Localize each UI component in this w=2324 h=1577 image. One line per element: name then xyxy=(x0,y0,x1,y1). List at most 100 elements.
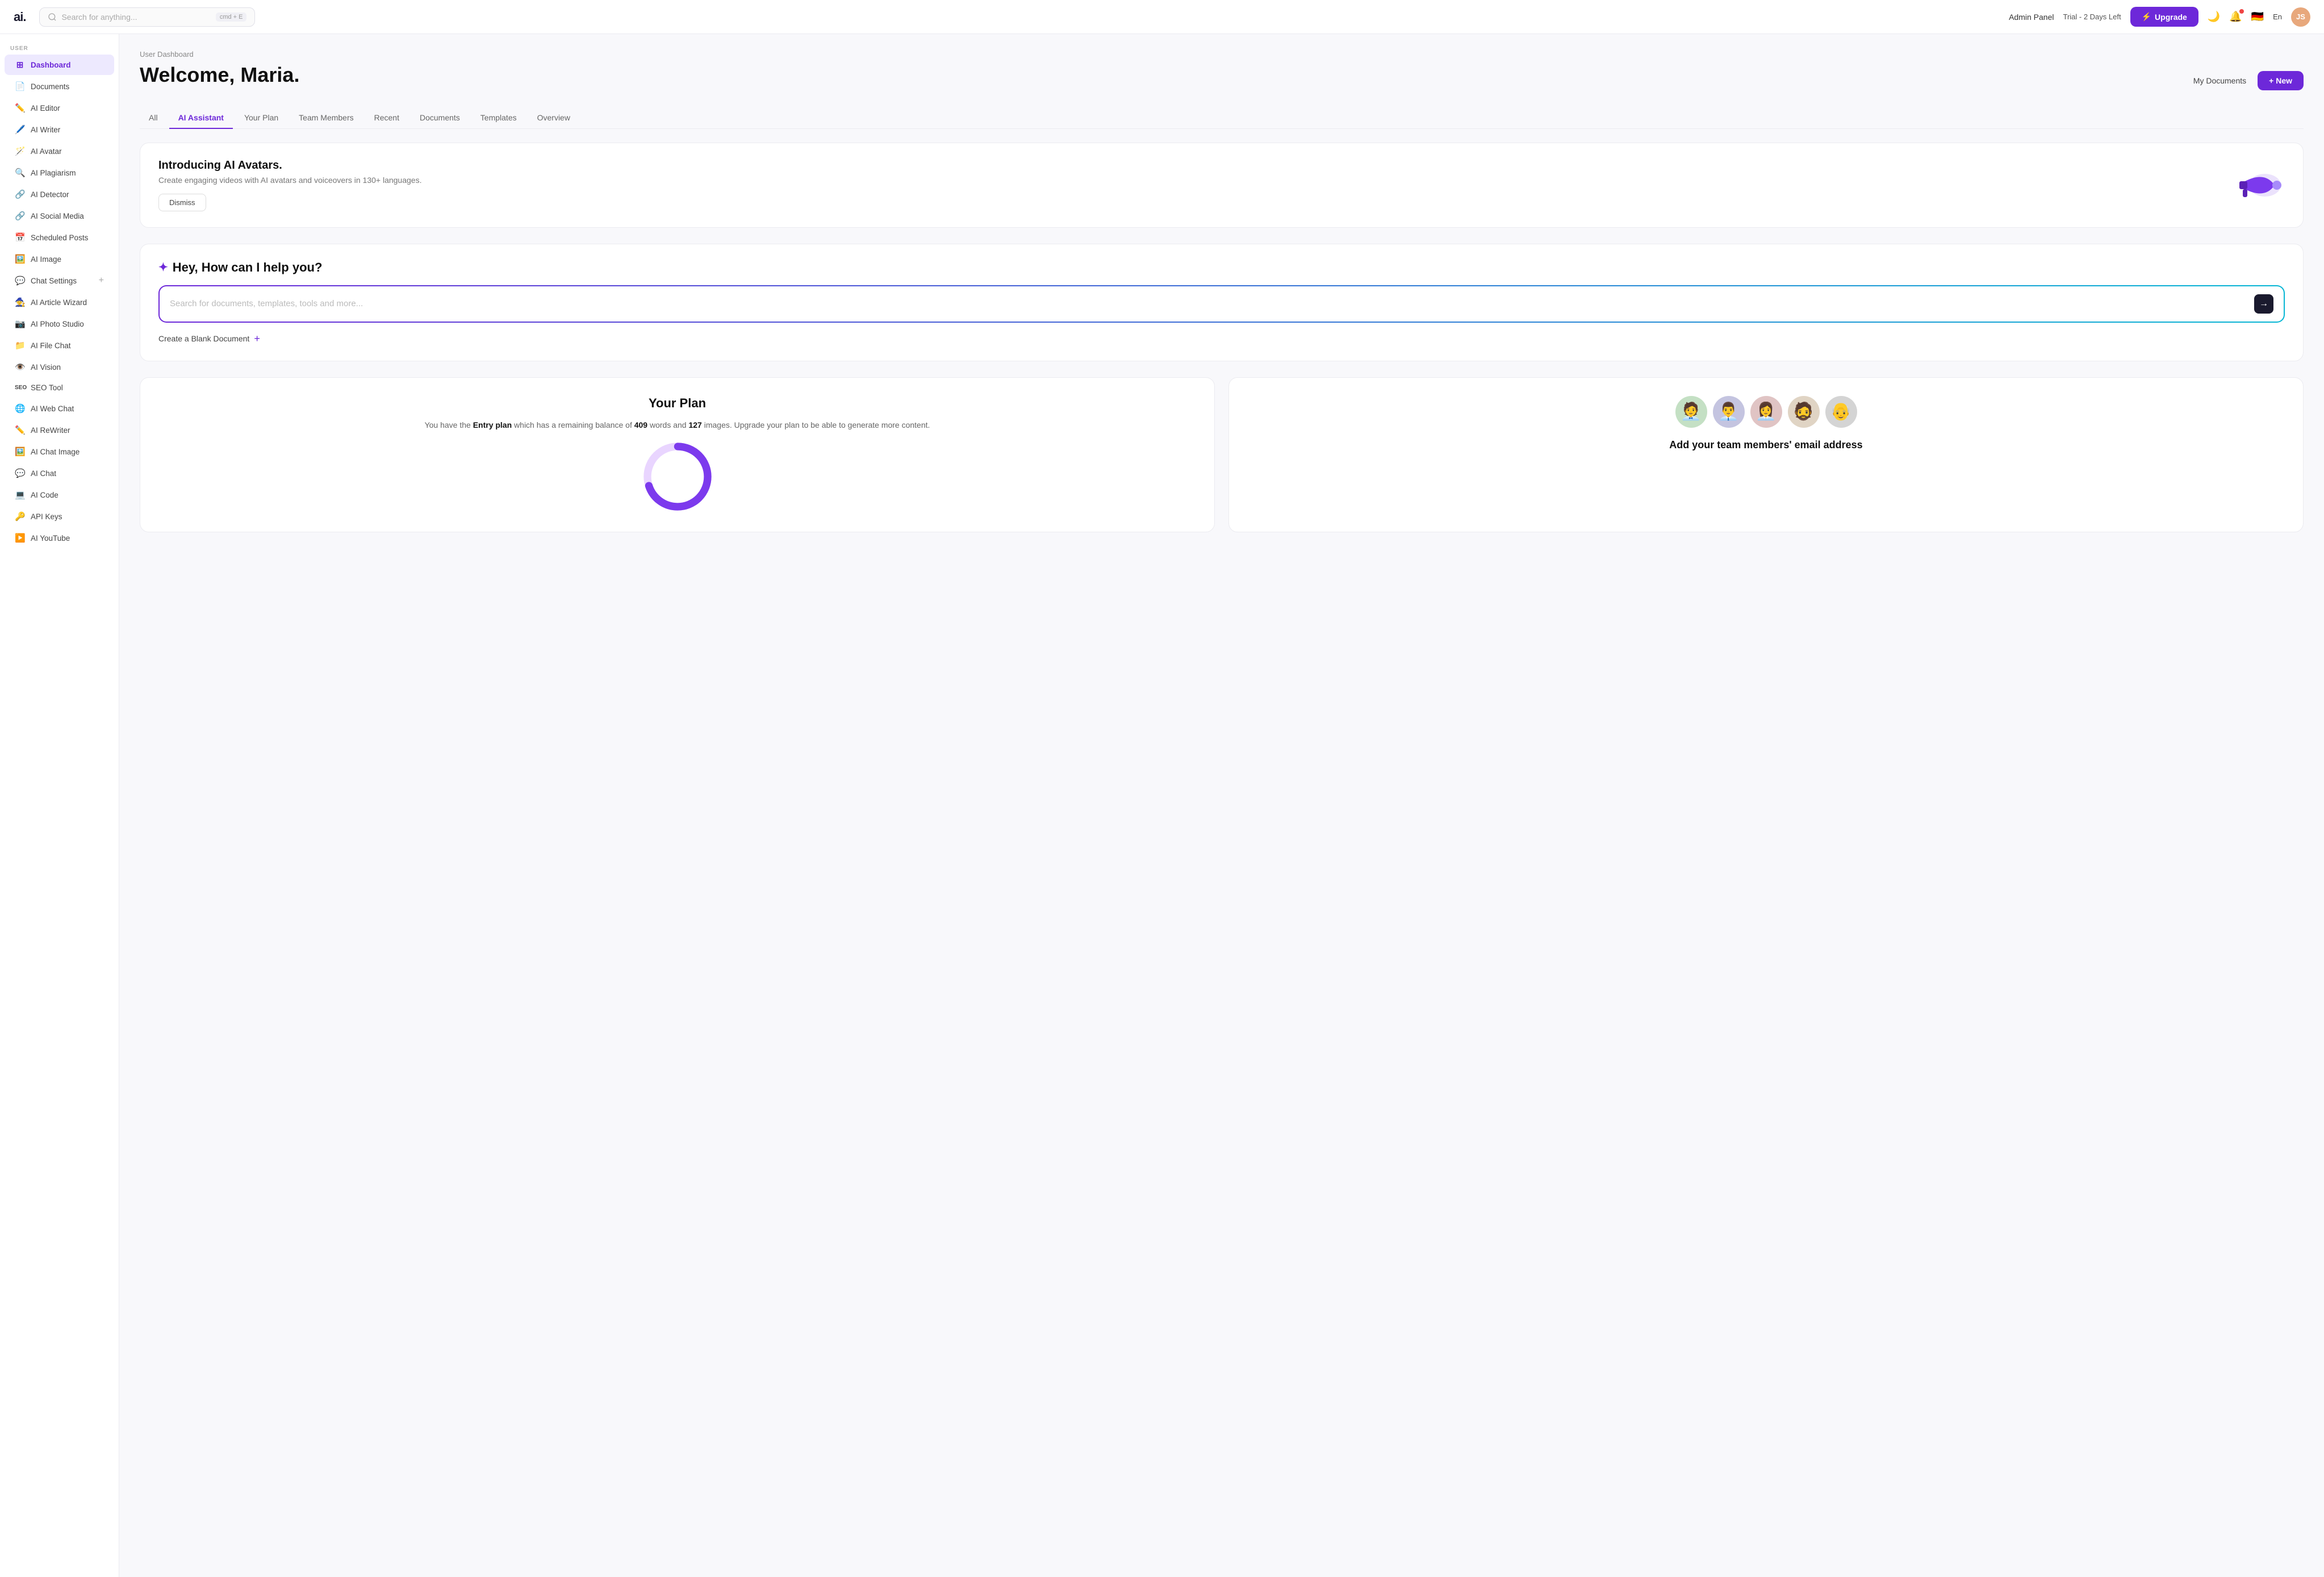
upgrade-button[interactable]: ⚡ Upgrade xyxy=(2130,7,2198,27)
dashboard-icon: ⊞ xyxy=(15,60,25,70)
sidebar-label-ai-photo-studio: AI Photo Studio xyxy=(31,320,84,328)
seo-tool-icon: SEO xyxy=(15,385,25,391)
sidebar: USER ⊞ Dashboard 📄 Documents ✏️ AI Edito… xyxy=(0,34,119,1577)
ai-youtube-icon: ▶️ xyxy=(15,533,25,543)
sidebar-label-ai-file-chat: AI File Chat xyxy=(31,341,71,350)
ai-detector-icon: 🔗 xyxy=(15,189,25,199)
page-title: Welcome, Maria. xyxy=(140,63,299,87)
sidebar-item-ai-writer[interactable]: 🖊️ AI Writer xyxy=(5,119,114,140)
sidebar-label-api-keys: API Keys xyxy=(31,512,62,521)
sidebar-label-ai-youtube: AI YouTube xyxy=(31,534,70,543)
sidebar-item-ai-web-chat[interactable]: 🌐 AI Web Chat xyxy=(5,398,114,419)
sidebar-label-ai-web-chat: AI Web Chat xyxy=(31,404,74,413)
sidebar-item-ai-chat-image[interactable]: 🖼️ AI Chat Image xyxy=(5,441,114,462)
sidebar-label-ai-writer: AI Writer xyxy=(31,126,60,134)
sidebar-item-ai-detector[interactable]: 🔗 AI Detector xyxy=(5,184,114,205)
sidebar-item-ai-chat[interactable]: 💬 AI Chat xyxy=(5,463,114,483)
team-avatar-4: 🧔 xyxy=(1788,396,1820,428)
ai-plagiarism-icon: 🔍 xyxy=(15,168,25,178)
dark-mode-icon[interactable]: 🌙 xyxy=(2208,11,2220,23)
sidebar-item-ai-plagiarism[interactable]: 🔍 AI Plagiarism xyxy=(5,162,114,183)
sidebar-label-ai-editor: AI Editor xyxy=(31,104,60,112)
banner-subtitle: Create engaging videos with AI avatars a… xyxy=(158,176,2234,185)
sidebar-item-ai-youtube[interactable]: ▶️ AI YouTube xyxy=(5,528,114,548)
banner-title: Introducing AI Avatars. xyxy=(158,159,2234,172)
sidebar-item-ai-avatar[interactable]: 🪄 AI Avatar xyxy=(5,141,114,161)
sidebar-item-api-keys[interactable]: 🔑 API Keys xyxy=(5,506,114,527)
tab-recent[interactable]: Recent xyxy=(365,107,408,129)
sidebar-label-ai-social-media: AI Social Media xyxy=(31,212,84,220)
sidebar-item-ai-code[interactable]: 💻 AI Code xyxy=(5,485,114,505)
create-blank-doc[interactable]: Create a Blank Document + xyxy=(158,333,2285,345)
team-avatar-1: 🧑‍💼 xyxy=(1675,396,1707,428)
ai-vision-icon: 👁️ xyxy=(15,362,25,372)
sidebar-item-dashboard[interactable]: ⊞ Dashboard xyxy=(5,55,114,75)
sidebar-item-ai-social-media[interactable]: 🔗 AI Social Media xyxy=(5,206,114,226)
dismiss-button[interactable]: Dismiss xyxy=(158,194,206,211)
tab-all[interactable]: All xyxy=(140,107,167,129)
create-doc-plus-icon: + xyxy=(254,333,260,345)
sidebar-label-ai-avatar: AI Avatar xyxy=(31,147,62,156)
team-avatar-3: 👩‍💼 xyxy=(1750,396,1782,428)
megaphone-svg xyxy=(2234,160,2285,211)
sidebar-item-ai-editor[interactable]: ✏️ AI Editor xyxy=(5,98,114,118)
api-keys-icon: 🔑 xyxy=(15,511,25,522)
ai-article-wizard-icon: 🧙 xyxy=(15,297,25,307)
language-label[interactable]: En xyxy=(2273,12,2282,21)
ai-web-chat-icon: 🌐 xyxy=(15,403,25,414)
tab-documents[interactable]: Documents xyxy=(411,107,469,129)
tab-templates[interactable]: Templates xyxy=(471,107,526,129)
sidebar-label-ai-image: AI Image xyxy=(31,255,61,264)
upgrade-icon: ⚡ xyxy=(2142,12,2151,22)
search-placeholder: Search for anything... xyxy=(61,12,137,22)
sidebar-item-ai-photo-studio[interactable]: 📷 AI Photo Studio xyxy=(5,314,114,334)
assistant-title: ✦ Hey, How can I help you? xyxy=(158,260,2285,275)
ai-code-icon: 💻 xyxy=(15,490,25,500)
trial-badge: Trial - 2 Days Left xyxy=(2063,12,2121,21)
ai-photo-studio-icon: 📷 xyxy=(15,319,25,329)
documents-icon: 📄 xyxy=(15,81,25,91)
layout: USER ⊞ Dashboard 📄 Documents ✏️ AI Edito… xyxy=(0,34,2324,1577)
sidebar-section-user: USER xyxy=(0,42,119,54)
flag-icon: 🇩🇪 xyxy=(2251,11,2264,23)
logo: ai. xyxy=(14,10,26,24)
chat-settings-plus-icon[interactable]: + xyxy=(99,276,104,286)
sidebar-item-seo-tool[interactable]: SEO SEO Tool xyxy=(5,378,114,397)
sidebar-item-chat-settings[interactable]: 💬 Chat Settings + xyxy=(5,270,114,291)
assistant-search-input[interactable] xyxy=(170,299,2248,308)
new-button[interactable]: + New xyxy=(2258,71,2304,90)
sidebar-label-ai-detector: AI Detector xyxy=(31,190,69,199)
ai-rewriter-icon: ✏️ xyxy=(15,425,25,435)
assistant-search-bar[interactable]: → xyxy=(158,285,2285,323)
sparkle-icon: ✦ xyxy=(158,260,168,274)
tab-team-members[interactable]: Team Members xyxy=(290,107,362,129)
search-bar[interactable]: Search for anything... cmd + E xyxy=(39,7,255,27)
donut-chart xyxy=(643,443,712,514)
sidebar-item-ai-article-wizard[interactable]: 🧙 AI Article Wizard xyxy=(5,292,114,312)
sidebar-item-ai-file-chat[interactable]: 📁 AI File Chat xyxy=(5,335,114,356)
team-card-title: Add your team members' email address xyxy=(1669,439,1862,451)
tab-overview[interactable]: Overview xyxy=(528,107,579,129)
sidebar-label-ai-rewriter: AI ReWriter xyxy=(31,426,70,435)
my-documents-button[interactable]: My Documents xyxy=(2193,76,2246,85)
sidebar-item-ai-image[interactable]: 🖼️ AI Image xyxy=(5,249,114,269)
admin-panel-link[interactable]: Admin Panel xyxy=(2009,12,2054,22)
tab-your-plan[interactable]: Your Plan xyxy=(235,107,287,129)
tab-ai-assistant[interactable]: AI Assistant xyxy=(169,107,233,129)
ai-avatar-icon: 🪄 xyxy=(15,146,25,156)
sidebar-item-scheduled-posts[interactable]: 📅 Scheduled Posts xyxy=(5,227,114,248)
search-icon xyxy=(48,12,57,22)
sidebar-label-ai-chat-image: AI Chat Image xyxy=(31,448,80,456)
assistant-search-button[interactable]: → xyxy=(2254,294,2273,314)
sidebar-item-ai-vision[interactable]: 👁️ AI Vision xyxy=(5,357,114,377)
ai-file-chat-icon: 📁 xyxy=(15,340,25,351)
sidebar-item-ai-rewriter[interactable]: ✏️ AI ReWriter xyxy=(5,420,114,440)
plan-card: Your Plan You have the Entry plan which … xyxy=(140,377,1215,532)
chat-settings-icon: 💬 xyxy=(15,276,25,286)
notifications-wrapper: 🔔 xyxy=(2229,11,2242,23)
avatar[interactable]: JS xyxy=(2291,7,2310,27)
sidebar-label-ai-article-wizard: AI Article Wizard xyxy=(31,298,87,307)
sidebar-item-documents[interactable]: 📄 Documents xyxy=(5,76,114,97)
scheduled-posts-icon: 📅 xyxy=(15,232,25,243)
sidebar-label-scheduled-posts: Scheduled Posts xyxy=(31,233,88,242)
